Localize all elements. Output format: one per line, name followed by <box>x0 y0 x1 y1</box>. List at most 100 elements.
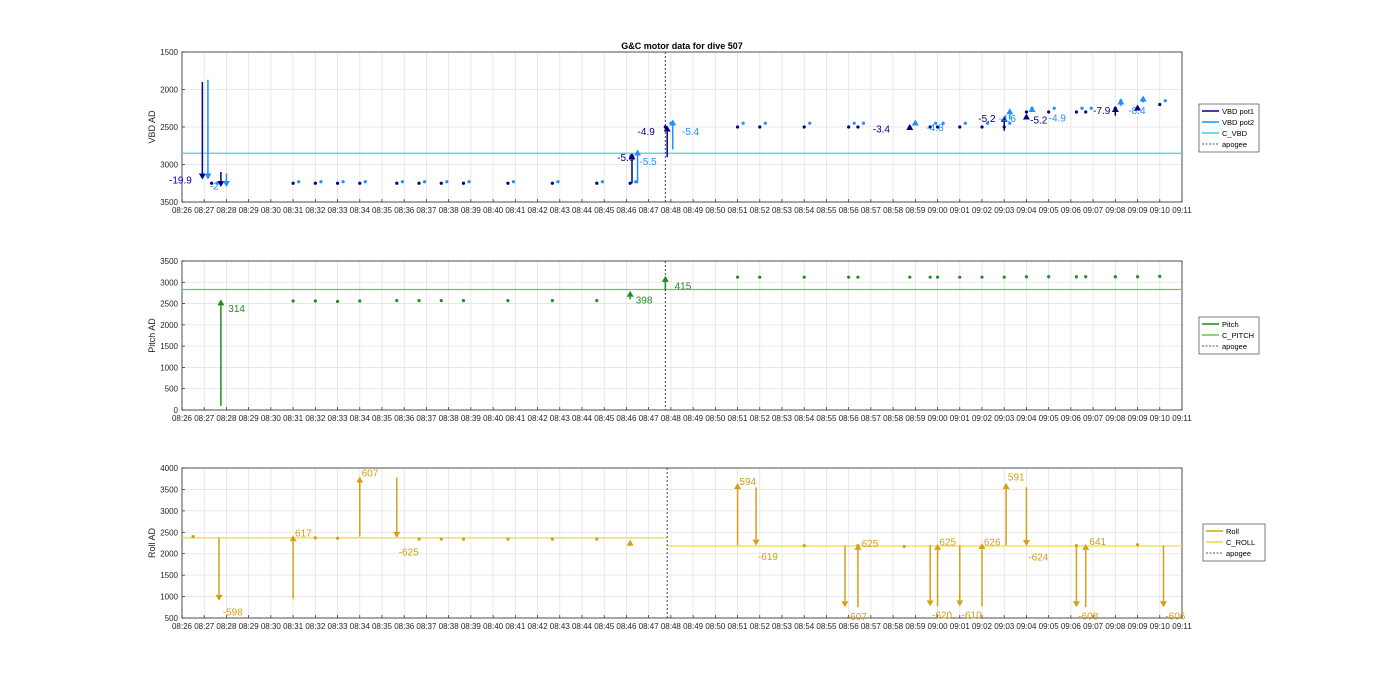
x-tick-label: 09:01 <box>950 414 971 423</box>
x-tick-label: 09:01 <box>950 206 971 215</box>
arrow-head <box>217 299 225 306</box>
data-point-roll <box>439 537 443 541</box>
chart-panel-3: 08:26 08:27 08:28 08:29 08:30 08:31 08:32 08:33… <box>147 464 1266 631</box>
arrow-data-label: 415 <box>675 282 692 293</box>
x-tick-label: 08:41 <box>505 206 526 215</box>
data-point-vbd-pot1 <box>1084 110 1088 114</box>
arrow-head <box>198 173 206 180</box>
x-tick-label: 08:33 <box>328 206 349 215</box>
data-point-vbd-pot1 <box>758 125 762 129</box>
x-tick-label: 08:59 <box>905 206 926 215</box>
x-tick-label: 09:02 <box>972 414 993 423</box>
data-point-vbd-pot2 <box>852 121 856 125</box>
x-tick-label: 09:07 <box>1083 622 1104 631</box>
arrow-head <box>911 119 919 126</box>
y-tick-label: 3500 <box>160 198 178 207</box>
x-tick-label: 09:06 <box>1061 622 1082 631</box>
data-point-vbd-pot2 <box>1052 106 1056 110</box>
data-point-pitch <box>958 275 962 279</box>
arrow-data-label: -2 <box>210 182 219 193</box>
arrow-head <box>393 531 401 538</box>
data-point-vbd-pot1 <box>1024 110 1029 114</box>
x-tick-label: 08:56 <box>839 414 860 423</box>
data-point-vbd-pot1 <box>335 181 340 185</box>
arrow-head <box>926 600 934 607</box>
x-tick-label: 08:37 <box>416 414 437 423</box>
arrow-data-label: 625 <box>862 539 879 550</box>
data-point-vbd-pot2 <box>297 180 301 184</box>
arrow-data-label: -5.2 <box>978 114 996 125</box>
arrow-data-label: -598 <box>223 608 243 619</box>
arrow-data-label: 625 <box>939 538 956 549</box>
data-point-pitch <box>935 275 940 279</box>
x-tick-label: 08:46 <box>616 622 637 631</box>
arrow-data-label: 617 <box>295 528 312 539</box>
x-tick-label: 08:49 <box>683 206 704 215</box>
y-tick-label: 1000 <box>160 593 178 602</box>
x-tick-label: 09:04 <box>1016 622 1037 631</box>
data-point-pitch <box>1113 275 1117 279</box>
arrow-data-label: -620 <box>932 611 952 622</box>
y-tick-label: 2000 <box>160 86 178 95</box>
data-point-vbd-pot2 <box>556 180 560 184</box>
legend-entry: Pitch <box>1222 320 1239 329</box>
x-tick-label: 09:02 <box>972 622 993 631</box>
x-tick-label: 08:44 <box>572 622 593 631</box>
x-tick-label: 08:46 <box>616 206 637 215</box>
arrow-head <box>841 601 849 608</box>
arrow-data-label: -4.8 <box>926 123 944 134</box>
arrow-head <box>1082 543 1090 550</box>
data-point-pitch <box>1024 275 1029 279</box>
x-tick-label: 09:11 <box>1172 622 1192 631</box>
arrow-head <box>222 181 230 187</box>
legend-entry: apogee <box>1222 140 1247 149</box>
arrow-head <box>1139 95 1147 102</box>
data-point-vbd-pot2 <box>861 121 866 125</box>
chart-panel-1: 08:26 08:27 08:28 08:29 08:30 08:31 08:32 08:33… <box>147 41 1260 215</box>
x-tick-label: 08:29 <box>239 622 260 631</box>
x-tick-label: 08:42 <box>528 414 549 423</box>
data-point-pitch <box>1002 275 1006 279</box>
x-tick-label: 09:03 <box>994 206 1015 215</box>
arrow-data-label: 607 <box>362 468 379 479</box>
x-tick-label: 08:58 <box>883 414 904 423</box>
y-tick-label: 1500 <box>160 571 178 580</box>
x-tick-label: 08:55 <box>816 206 837 215</box>
x-tick-label: 08:38 <box>439 622 460 631</box>
arrow-head <box>1072 601 1080 608</box>
x-tick-label: 08:54 <box>794 622 815 631</box>
x-tick-label: 08:53 <box>772 414 793 423</box>
x-tick-label: 08:27 <box>194 206 215 215</box>
x-tick-label: 08:48 <box>661 414 682 423</box>
arrow-data-label: -5.4 <box>682 127 700 138</box>
x-tick-label: 08:27 <box>194 414 215 423</box>
x-tick-label: 09:05 <box>1039 622 1060 631</box>
x-tick-label: 08:38 <box>439 414 460 423</box>
data-point-vbd-pot2 <box>400 180 404 184</box>
legend: Pitch C_PITCHapogee <box>1198 316 1260 355</box>
x-tick-label: 08:44 <box>572 414 593 423</box>
x-tick-label: 08:35 <box>372 206 393 215</box>
data-point-vbd-pot2 <box>963 121 967 125</box>
arrow-head <box>1002 483 1010 489</box>
data-point-vbd-pot1 <box>550 181 554 185</box>
x-tick-label: 08:39 <box>461 206 482 215</box>
x-tick-label: 08:59 <box>905 622 926 631</box>
data-point-vbd-pot2 <box>467 180 471 184</box>
arrow-data-label: -7.9 <box>1093 106 1111 117</box>
x-tick-label: 09:06 <box>1061 414 1082 423</box>
x-tick-label: 08:32 <box>305 622 326 631</box>
x-tick-label: 08:52 <box>750 414 771 423</box>
x-tick-label: 08:47 <box>639 414 660 423</box>
x-tick-label: 08:31 <box>283 206 304 215</box>
x-tick-label: 09:10 <box>1150 206 1171 215</box>
legend: Roll C_ROLLapogee <box>1202 523 1266 562</box>
data-point-vbd-pot2 <box>363 180 367 184</box>
arrow-data-label: -625 <box>399 548 419 559</box>
x-tick-label: 08:51 <box>728 414 749 423</box>
x-tick-label: 08:52 <box>750 206 771 215</box>
data-point-pitch <box>1074 275 1079 279</box>
legend-entry: apogee <box>1226 549 1251 558</box>
arrow-head <box>215 594 223 601</box>
arrow-data-label: -5.2 <box>1030 116 1048 127</box>
